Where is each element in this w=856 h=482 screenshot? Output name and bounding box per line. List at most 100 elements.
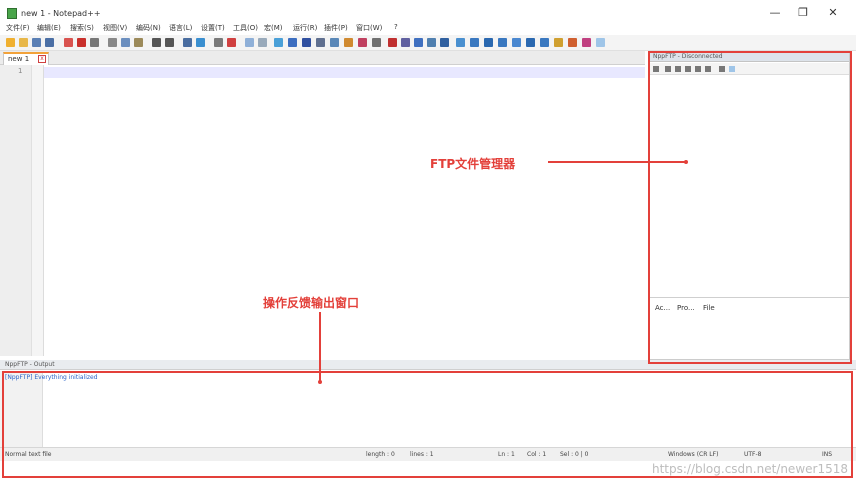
menu-edit[interactable]: 编辑(E) [37, 23, 61, 33]
status-encoding[interactable]: UTF-8 [744, 451, 762, 458]
output-annotation-label: 操作反馈输出窗口 [263, 296, 360, 310]
play-macro-icon[interactable] [414, 38, 423, 47]
plugin-icon-9[interactable] [568, 38, 577, 47]
plugin-icon-5[interactable] [512, 38, 521, 47]
function-list-icon[interactable] [344, 38, 353, 47]
ftp-panel-title: NppFTP - Disconnected [653, 53, 723, 60]
line-number: 1 [18, 67, 23, 75]
close-all-icon[interactable] [77, 38, 86, 47]
ftp-refresh-icon[interactable] [695, 66, 701, 72]
monitoring-icon[interactable] [372, 38, 381, 47]
main-toolbar [0, 35, 856, 51]
ftp-settings-icon[interactable] [665, 66, 671, 72]
ftp-upload-icon[interactable] [685, 66, 691, 72]
menu-encoding[interactable]: 编码(N) [136, 23, 161, 33]
plugin-icon-3[interactable] [484, 38, 493, 47]
ftp-abort-icon[interactable] [705, 66, 711, 72]
ftp-queue-divider[interactable] [649, 297, 849, 298]
ftp-queue-col-action[interactable]: Ac... [655, 304, 670, 312]
close-file-icon[interactable] [64, 38, 73, 47]
ftp-toolbar [649, 63, 849, 75]
current-line-highlight [44, 67, 645, 78]
zoom-out-icon[interactable] [227, 38, 236, 47]
ftp-annotation-arrow [548, 161, 686, 163]
ftp-panel: NppFTP - Disconnected Ac... Pro... File [648, 51, 850, 360]
run-multiple-icon[interactable] [427, 38, 436, 47]
window-title: new 1 - Notepad++ [21, 9, 101, 18]
menu-window[interactable]: 窗口(W) [356, 23, 382, 33]
save-all-icon[interactable] [45, 38, 54, 47]
record-macro-icon[interactable] [388, 38, 397, 47]
status-sel: Sel : 0 | 0 [560, 451, 589, 458]
ftp-connect-icon[interactable] [653, 66, 659, 72]
zoom-in-icon[interactable] [214, 38, 223, 47]
status-file-type: Normal text file [5, 451, 52, 458]
status-bar: Normal text file length : 0 lines : 1 Ln… [0, 447, 856, 461]
menu-language[interactable]: 语言(L) [169, 23, 192, 33]
plugin-icon-4[interactable] [498, 38, 507, 47]
redo-icon[interactable] [165, 38, 174, 47]
status-lines: lines : 1 [410, 451, 434, 458]
maximize-button[interactable]: ❐ [796, 6, 810, 20]
ftp-queue-col-file[interactable]: File [703, 304, 715, 312]
ftp-panel-title-bar: NppFTP - Disconnected [649, 52, 849, 62]
print-icon[interactable] [90, 38, 99, 47]
status-ins[interactable]: INS [822, 451, 832, 458]
menu-run[interactable]: 运行(R) [293, 23, 317, 33]
undo-icon[interactable] [152, 38, 161, 47]
plugin-icon-8[interactable] [554, 38, 563, 47]
tab-close-icon[interactable]: x [38, 55, 46, 63]
save-macro-icon[interactable] [440, 38, 449, 47]
menu-tools[interactable]: 工具(O) [233, 23, 258, 33]
watermark: https://blog.csdn.net/newer1518 [651, 462, 848, 476]
menu-search[interactable]: 搜索(S) [70, 23, 94, 33]
plugin-icon-6[interactable] [526, 38, 535, 47]
folder-workspace-icon[interactable] [358, 38, 367, 47]
show-all-chars-icon[interactable] [288, 38, 297, 47]
status-eol[interactable]: Windows (CR LF) [668, 451, 718, 458]
sync-h-icon[interactable] [258, 38, 267, 47]
close-button[interactable]: ✕ [826, 6, 840, 20]
menu-file[interactable]: 文件(F) [6, 23, 30, 33]
menu-settings[interactable]: 设置(T) [201, 23, 225, 33]
menu-view[interactable]: 视图(V) [103, 23, 127, 33]
tab-new-1[interactable]: new 1 x [3, 52, 49, 65]
indent-guide-icon[interactable] [302, 38, 311, 47]
status-col: Col : 1 [527, 451, 547, 458]
ftp-annotation-label: FTP文件管理器 [430, 157, 516, 171]
sync-v-icon[interactable] [245, 38, 254, 47]
ftp-annotation-arrow-tip [684, 160, 688, 164]
ftp-info-icon[interactable] [719, 66, 725, 72]
replace-icon[interactable] [196, 38, 205, 47]
editor-area[interactable]: 1 [0, 65, 645, 356]
plugin-icon-7[interactable] [540, 38, 549, 47]
doc-map-icon[interactable] [330, 38, 339, 47]
plugin-icon-2[interactable] [470, 38, 479, 47]
output-annotation-arrow [319, 312, 321, 382]
minimize-button[interactable]: — [768, 6, 782, 20]
new-file-icon[interactable] [6, 38, 15, 47]
paste-icon[interactable] [134, 38, 143, 47]
lang-udl-icon[interactable] [316, 38, 325, 47]
word-wrap-icon[interactable] [274, 38, 283, 47]
cut-icon[interactable] [108, 38, 117, 47]
nppftp-show-icon[interactable] [596, 38, 605, 47]
ftp-queue-col-progress[interactable]: Pro... [677, 304, 695, 312]
fold-margin [31, 65, 43, 356]
plugin-icon-1[interactable] [456, 38, 465, 47]
open-file-icon[interactable] [19, 38, 28, 47]
stop-macro-icon[interactable] [401, 38, 410, 47]
ftp-download-icon[interactable] [675, 66, 681, 72]
find-icon[interactable] [183, 38, 192, 47]
copy-icon[interactable] [121, 38, 130, 47]
menu-macro[interactable]: 宏(M) [264, 23, 283, 33]
menu-plugins[interactable]: 插件(P) [324, 23, 348, 33]
plugin-icon-10[interactable] [582, 38, 591, 47]
menu-help[interactable]: ? [394, 23, 398, 31]
notepad-app-icon [7, 8, 17, 19]
output-panel-title-bar: NppFTP - Output [0, 360, 856, 370]
output-log-line: [NppFTP] Everything initialized [5, 374, 98, 381]
status-ln: Ln : 1 [498, 451, 515, 458]
ftp-messages-icon[interactable] [729, 66, 735, 72]
save-icon[interactable] [32, 38, 41, 47]
